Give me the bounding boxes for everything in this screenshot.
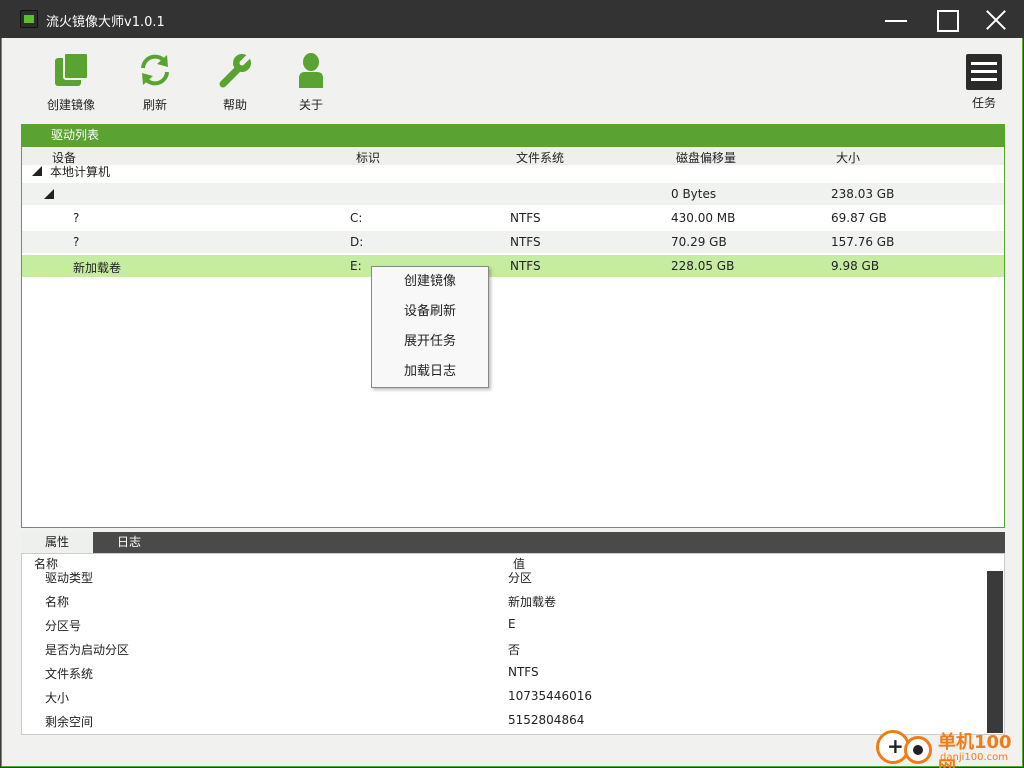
menu-item-create-image[interactable]: 创建镜像	[372, 267, 488, 297]
property-value: 否	[508, 643, 521, 657]
row-device: ?	[73, 235, 80, 249]
tasks-label: 任务	[971, 96, 996, 110]
menu-item-load-log[interactable]: 加载日志	[372, 357, 488, 387]
property-name: 驱动类型	[45, 571, 94, 585]
row-id: E:	[350, 259, 362, 273]
property-name: 剩余空间	[45, 715, 94, 729]
table-row[interactable]: ? D: NTFS 70.29 GB 157.76 GB	[22, 231, 1004, 253]
properties-panel: 名称 值 驱动类型 分区 名称 新加载卷 分区号 E 是否为启动分区 否 文件系…	[21, 553, 1005, 735]
drive-list-title: 驱动列表	[22, 125, 1004, 147]
menu-icon	[966, 54, 1002, 90]
disk-offset: 0 Bytes	[671, 187, 717, 201]
close-button[interactable]	[983, 6, 1011, 34]
menu-item-expand-tasks[interactable]: 展开任务	[372, 327, 488, 357]
watermark-dot-icon	[904, 736, 932, 764]
expand-arrow-icon[interactable]	[32, 166, 42, 176]
property-value: NTFS	[508, 665, 539, 679]
property-name: 大小	[45, 691, 70, 705]
tab-properties[interactable]: 属性	[21, 532, 93, 553]
help-button[interactable]: 帮助	[200, 50, 270, 116]
property-name: 文件系统	[45, 667, 94, 681]
property-row[interactable]: 分区号 E	[22, 612, 986, 636]
main-window: 创建镜像 刷新 帮助 关于 任务 驱动列表 设备 标识 文件系统 磁盘偏移量 大…	[1, 38, 1023, 767]
property-value: 5152804864	[508, 713, 585, 727]
window-title: 流火镜像大师v1.0.1	[46, 15, 165, 30]
wrench-icon	[215, 50, 255, 90]
property-row[interactable]: 名称 新加载卷	[22, 588, 986, 612]
property-row[interactable]: 文件系统 NTFS	[22, 660, 986, 684]
table-row[interactable]: ? C: NTFS 430.00 MB 69.87 GB	[22, 207, 1004, 229]
drive-list-panel: 驱动列表 设备 标识 文件系统 磁盘偏移量 大小 本地计算机 0 Bytes 2…	[21, 124, 1005, 528]
row-offset: 70.29 GB	[671, 235, 727, 249]
create-image-button[interactable]: 创建镜像	[36, 50, 106, 116]
row-filesystem: NTFS	[510, 259, 541, 273]
minimize-button[interactable]	[884, 6, 912, 34]
property-value: E	[508, 617, 516, 631]
property-value: 新加载卷	[508, 595, 557, 609]
disk-size: 238.03 GB	[831, 187, 895, 201]
property-row[interactable]: 剩余空间 5152804864	[22, 708, 986, 732]
copy-stack-icon	[51, 50, 91, 90]
about-label: 关于	[298, 98, 323, 112]
row-id: C:	[350, 211, 363, 225]
tree-node-local-computer[interactable]: 本地计算机	[22, 161, 1004, 179]
refresh-button[interactable]: 刷新	[120, 50, 190, 116]
row-filesystem: NTFS	[510, 235, 541, 249]
menu-item-refresh-device[interactable]: 设备刷新	[372, 297, 488, 327]
watermark-url: danji100.com	[940, 752, 1008, 763]
row-offset: 430.00 MB	[671, 211, 736, 225]
property-row[interactable]: 大小 10735446016	[22, 684, 986, 708]
tab-log[interactable]: 日志	[93, 532, 165, 553]
properties-scrollbar[interactable]	[987, 571, 1003, 733]
property-row[interactable]: 是否为启动分区 否	[22, 636, 986, 660]
row-filesystem: NTFS	[510, 211, 541, 225]
property-name: 名称	[45, 595, 70, 609]
user-icon	[291, 50, 331, 90]
property-row[interactable]: 驱动类型 分区	[22, 564, 986, 588]
row-device: ?	[73, 211, 80, 225]
help-label: 帮助	[222, 98, 247, 112]
create-image-label: 创建镜像	[46, 98, 95, 112]
tree-node-disk[interactable]: 0 Bytes 238.03 GB	[22, 183, 1004, 205]
row-offset: 228.05 GB	[671, 259, 735, 273]
about-button[interactable]: 关于	[276, 50, 346, 116]
tree-node-label: 本地计算机	[50, 165, 111, 179]
app-logo-icon	[20, 10, 38, 28]
context-menu: 创建镜像 设备刷新 展开任务 加载日志	[371, 266, 489, 388]
row-size: 9.98 GB	[831, 259, 880, 273]
title-bar: 流火镜像大师v1.0.1	[0, 0, 1024, 38]
refresh-label: 刷新	[142, 98, 167, 112]
row-device: 新加载卷	[73, 261, 122, 275]
bottom-tabs: 属性 日志	[21, 532, 1005, 553]
maximize-button[interactable]	[934, 6, 962, 34]
property-value: 10735446016	[508, 689, 592, 703]
table-row-selected[interactable]: 新加载卷 E: NTFS 228.05 GB 9.98 GB	[22, 255, 1004, 277]
tasks-button[interactable]: 任务	[964, 54, 1004, 110]
watermark: 单机100网 danji100.com	[874, 722, 1024, 768]
row-size: 157.76 GB	[831, 235, 895, 249]
row-size: 69.87 GB	[831, 211, 887, 225]
refresh-icon	[135, 50, 175, 90]
expand-arrow-icon[interactable]	[44, 189, 54, 199]
property-name: 是否为启动分区	[45, 643, 130, 657]
row-id: D:	[350, 235, 364, 249]
property-name: 分区号	[45, 619, 82, 633]
property-value: 分区	[508, 571, 533, 585]
